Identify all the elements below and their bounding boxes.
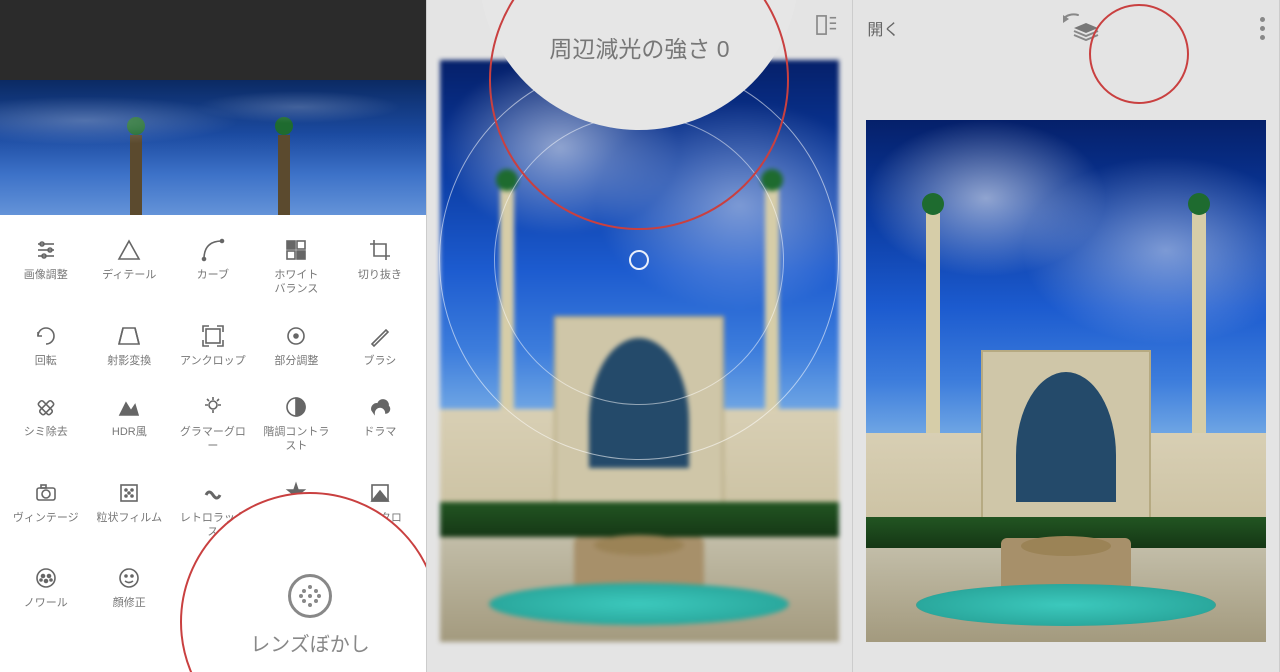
tool-noir[interactable]: ノワール [8, 565, 84, 611]
curves-icon [175, 237, 251, 263]
lens-blur-icon [288, 574, 332, 618]
tool-face[interactable]: 顔修正 [91, 565, 167, 611]
tool-rotate[interactable]: 回転 [8, 323, 84, 369]
tool-label: HDR風 [91, 426, 167, 440]
tool-drama[interactable]: ドラマ [342, 394, 418, 454]
vintage-icon [8, 480, 84, 506]
screen-tools-grid: 画像調整ディテールカーブホワイト バランス切り抜き回転射影変換アンクロップ部分調… [0, 0, 427, 672]
tool-hdr[interactable]: HDR風 [91, 394, 167, 454]
brush-icon [342, 323, 418, 349]
tool-label: グラマーグロー [175, 426, 251, 454]
noir-icon [8, 565, 84, 591]
photo-preview [0, 0, 426, 215]
tool-label: 階調コントラスト [258, 426, 334, 454]
open-button[interactable]: 開く [867, 16, 899, 40]
hdr-icon [91, 394, 167, 420]
tool-label: アンクロップ [175, 355, 251, 369]
tool-glamour[interactable]: グラマーグロー [175, 394, 251, 454]
tonal-icon [258, 394, 334, 420]
tool-label: 部分調整 [258, 355, 334, 369]
tool-detail[interactable]: ディテール [91, 237, 167, 297]
photo-canvas[interactable] [866, 120, 1266, 642]
tool-crop[interactable]: 切り抜き [342, 237, 418, 297]
tool-label: シミ除去 [8, 426, 84, 440]
tool-selective[interactable]: 部分調整 [258, 323, 334, 369]
tool-persp[interactable]: 射影変換 [91, 323, 167, 369]
perspective-icon [91, 323, 167, 349]
screen-main: 開く [853, 0, 1280, 672]
tool-heal[interactable]: シミ除去 [8, 394, 84, 454]
retro-icon [175, 480, 251, 506]
tool-curves[interactable]: カーブ [175, 237, 251, 297]
tool-label: ディテール [91, 269, 167, 283]
tool-tune[interactable]: 画像調整 [8, 237, 84, 297]
edit-stack-button[interactable] [1061, 11, 1099, 46]
tool-label: ホワイト バランス [258, 269, 334, 297]
screen-lens-blur-edit: 周辺減光の強さ 0 [427, 0, 854, 672]
tool-brush[interactable]: ブラシ [342, 323, 418, 369]
lens-blur-label: レンズぼかし [250, 628, 370, 657]
photo-canvas[interactable] [440, 60, 840, 642]
tool-label: 回転 [8, 355, 84, 369]
tool-uncrop[interactable]: アンクロップ [175, 323, 251, 369]
rotate-icon [8, 323, 84, 349]
tool-label: ドラマ [342, 426, 418, 440]
tool-grainy[interactable]: 粒状フィルム [91, 480, 167, 540]
tool-wb[interactable]: ホワイト バランス [258, 237, 334, 297]
crop-icon [342, 237, 418, 263]
glamour-icon [175, 394, 251, 420]
face-icon [91, 565, 167, 591]
drama-icon [342, 394, 418, 420]
tool-label: ブラシ [342, 355, 418, 369]
uncrop-icon [175, 323, 251, 349]
tune-icon [8, 237, 84, 263]
selective-icon [258, 323, 334, 349]
heal-icon [8, 394, 84, 420]
tool-label: ヴィンテージ [8, 512, 84, 526]
tool-label: ノワール [8, 597, 84, 611]
overflow-menu-icon[interactable] [1260, 17, 1265, 40]
tool-label: 射影変換 [91, 355, 167, 369]
detail-icon [91, 237, 167, 263]
whitebalance-icon [258, 237, 334, 263]
tool-label: 切り抜き [342, 269, 418, 283]
tool-label: カーブ [175, 269, 251, 283]
tool-label: 粒状フィルム [91, 512, 167, 526]
tool-tonal[interactable]: 階調コントラスト [258, 394, 334, 454]
tool-label: 顔修正 [91, 597, 167, 611]
histogram-icon[interactable] [816, 15, 838, 35]
grainy-icon [91, 480, 167, 506]
tool-label: 画像調整 [8, 269, 84, 283]
tool-vintage[interactable]: ヴィンテージ [8, 480, 84, 540]
